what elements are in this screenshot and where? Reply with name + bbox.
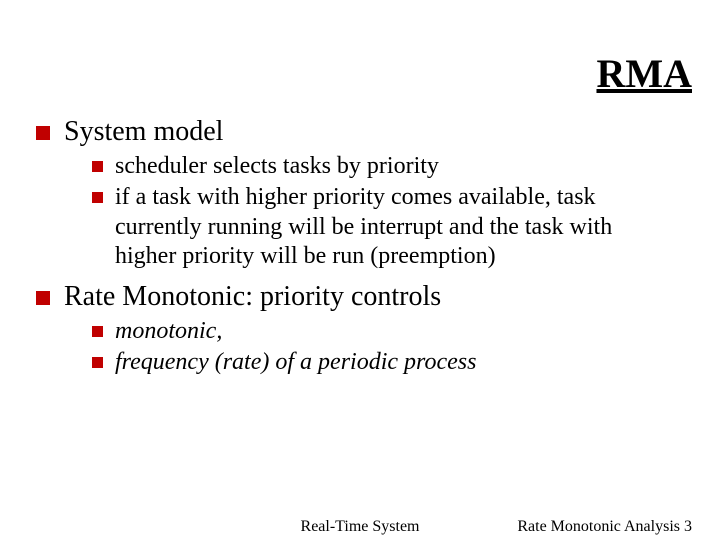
bullet-lvl1: System model	[36, 116, 684, 148]
bullet-text: scheduler selects tasks by priority	[115, 152, 439, 181]
slide-body: System model scheduler selects tasks by …	[36, 110, 684, 388]
square-bullet-icon	[36, 126, 50, 140]
square-bullet-icon	[92, 357, 103, 368]
square-bullet-icon	[92, 326, 103, 337]
bullet-lvl2: monotonic,	[92, 317, 684, 346]
bullet-lvl2: frequency (rate) of a periodic process	[92, 348, 684, 377]
bullet-lvl2-group: monotonic, frequency (rate) of a periodi…	[92, 317, 684, 378]
bullet-text: Rate Monotonic: priority controls	[64, 281, 441, 313]
slide-title: RMA	[596, 50, 692, 97]
footer-right: Rate Monotonic Analysis 3	[517, 518, 692, 536]
square-bullet-icon	[92, 192, 103, 203]
bullet-text: frequency (rate) of a periodic process	[115, 348, 476, 377]
bullet-lvl2: if a task with higher priority comes ava…	[92, 183, 684, 271]
slide: RMA System model scheduler selects tasks…	[0, 0, 720, 540]
square-bullet-icon	[36, 291, 50, 305]
footer-right-label: Rate Monotonic Analysis	[517, 518, 680, 535]
bullet-text: if a task with higher priority comes ava…	[115, 183, 675, 271]
bullet-lvl2: scheduler selects tasks by priority	[92, 152, 684, 181]
bullet-text: monotonic,	[115, 317, 222, 346]
bullet-text: System model	[64, 116, 223, 148]
bullet-lvl1: Rate Monotonic: priority controls	[36, 281, 684, 313]
slide-number: 3	[684, 518, 692, 535]
square-bullet-icon	[92, 161, 103, 172]
bullet-lvl2-group: scheduler selects tasks by priority if a…	[92, 152, 684, 271]
